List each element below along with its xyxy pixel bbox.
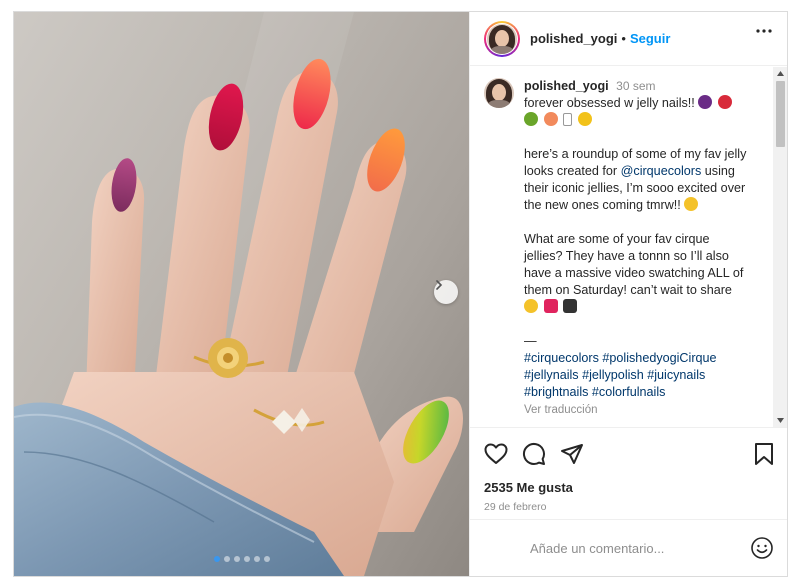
hand-with-jelly-nails-photo: [14, 12, 464, 576]
carousel-dot: [264, 556, 270, 562]
caption-para3: What are some of your fav cirque jellies…: [524, 232, 744, 297]
story-ring[interactable]: [484, 20, 520, 57]
heart-eyes-emoji-icon: [524, 299, 538, 313]
comment-icon[interactable]: [522, 442, 546, 466]
header-username-link[interactable]: polished_yogi: [530, 31, 617, 46]
avatar: [487, 23, 517, 54]
scrollbar-thumb[interactable]: [776, 81, 785, 147]
caption-text: polished_yogi 30 sem forever obsessed w …: [524, 78, 750, 419]
post-frame: polished_yogi • Seguir polished_yogi 30 …: [13, 11, 788, 577]
caption-scroll-area[interactable]: polished_yogi 30 sem forever obsessed w …: [470, 67, 787, 427]
carousel-dot: [234, 556, 240, 562]
heart-ribbon-emoji-icon: [543, 299, 558, 313]
grapes-emoji-icon: [698, 95, 713, 109]
post-date[interactable]: 29 de febrero: [484, 501, 774, 513]
emoji-smiley-icon[interactable]: [750, 536, 774, 560]
likes-count[interactable]: 2535 Me gusta: [484, 480, 774, 495]
strawberry-emoji-icon: [717, 95, 732, 109]
comment-bar: [470, 519, 787, 576]
caption-scrollbar[interactable]: [773, 67, 787, 427]
post-photo[interactable]: [14, 12, 469, 576]
carousel-dot: [254, 556, 260, 562]
carousel-dot: [244, 556, 250, 562]
comment-input[interactable]: [528, 539, 737, 557]
carousel-dot: [214, 556, 220, 562]
follow-button[interactable]: Seguir: [630, 31, 670, 46]
post-header: polished_yogi • Seguir: [470, 12, 787, 66]
camera-emoji-icon: [563, 299, 577, 313]
caption-divider: —: [524, 334, 537, 348]
sparkles-emoji-icon: [577, 112, 592, 126]
hashtag-link[interactable]: #brightnails: [524, 385, 588, 399]
mention-link[interactable]: @cirquecolors: [621, 164, 702, 178]
scroll-down-arrow-icon[interactable]: [776, 416, 785, 425]
hashtag-link[interactable]: #colorfulnails: [592, 385, 666, 399]
caption-avatar[interactable]: [484, 78, 514, 108]
like-heart-icon[interactable]: [484, 443, 508, 465]
yum-face-emoji-icon: [684, 197, 699, 211]
caption-username-link[interactable]: polished_yogi: [524, 79, 609, 93]
see-translation-link[interactable]: Ver traducción: [524, 404, 598, 416]
hashtag-link[interactable]: #jellypolish: [582, 368, 644, 382]
carousel-dot: [224, 556, 230, 562]
hashtag-link[interactable]: #cirquecolors: [524, 351, 599, 365]
post-actions: 2535 Me gusta 29 de febrero: [470, 427, 787, 519]
chevron-right-icon: [436, 280, 443, 290]
hashtag-link[interactable]: #juicynails: [647, 368, 705, 382]
peach-emoji-icon: [543, 112, 558, 126]
kiwi-emoji-icon: [524, 112, 538, 126]
hashtag-link[interactable]: #jellynails: [524, 368, 579, 382]
next-slide-button[interactable]: [434, 280, 458, 304]
separator-dot: •: [621, 31, 626, 46]
placeholder-glyph-icon: [563, 113, 572, 126]
caption-line-1: forever obsessed w jelly nails!!: [524, 96, 695, 110]
post-time[interactable]: 30 sem: [616, 79, 655, 93]
more-horizontal-icon[interactable]: [756, 28, 772, 34]
bookmark-save-icon[interactable]: [754, 442, 774, 466]
scroll-up-arrow-icon[interactable]: [776, 69, 785, 78]
share-send-icon[interactable]: [560, 442, 584, 466]
post-side-panel: polished_yogi • Seguir polished_yogi 30 …: [469, 12, 787, 576]
hashtag-link[interactable]: #polishedyogiCirque: [602, 351, 716, 365]
carousel-indicator: [214, 556, 270, 562]
